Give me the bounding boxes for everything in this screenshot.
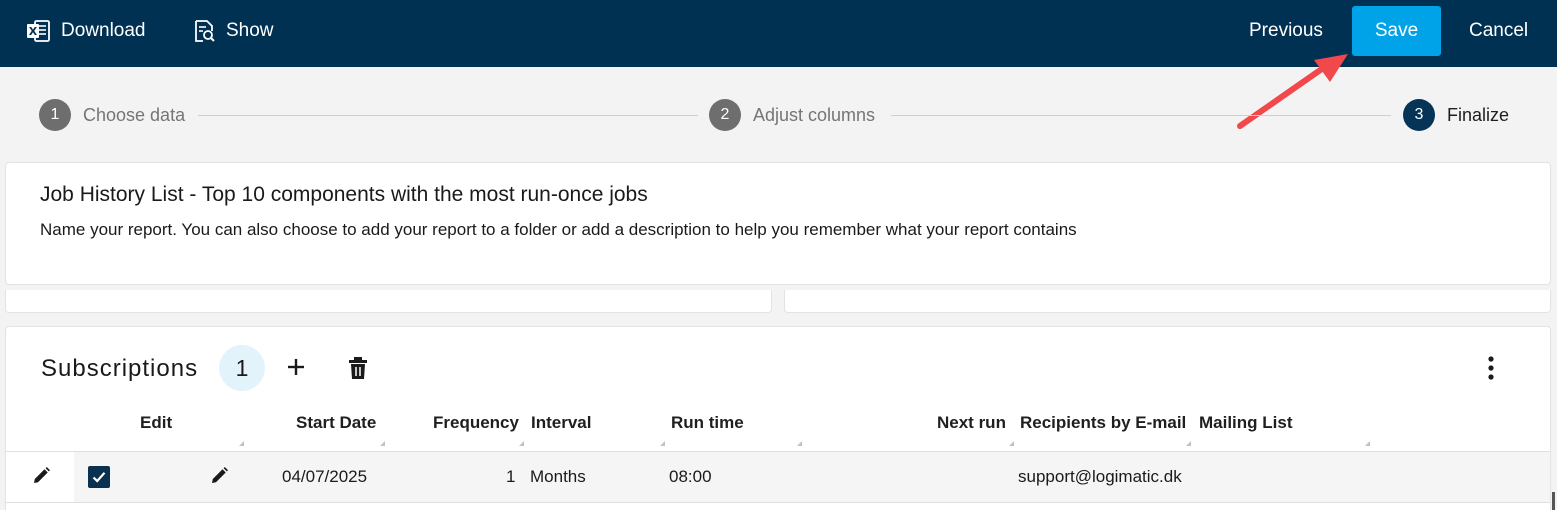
- more-options-button[interactable]: [1480, 355, 1502, 381]
- column-header-mailing-list[interactable]: Mailing List: [1199, 413, 1293, 433]
- wizard-stepper: 1 Choose data 2 Adjust columns 3 Finaliz…: [0, 67, 1557, 162]
- column-header-next-run[interactable]: Next run: [937, 413, 1006, 433]
- delete-subscription-button[interactable]: [346, 355, 370, 381]
- more-vertical-icon: [1488, 356, 1494, 380]
- folder-panel: [5, 290, 772, 313]
- cancel-button[interactable]: Cancel: [1469, 0, 1528, 62]
- column-resize-handle[interactable]: [660, 441, 665, 446]
- step-number: 2: [709, 99, 741, 131]
- table-row[interactable]: 04/07/2025 1 Months 08:00 support@logima…: [6, 451, 1550, 503]
- cell-start-date: 04/07/2025: [282, 467, 368, 486]
- subscriptions-card: Subscriptions 1 Edit Start Date Frequenc…: [5, 326, 1551, 510]
- show-label: Show: [226, 20, 274, 41]
- row-edit-button[interactable]: [31, 466, 51, 486]
- step-label: Adjust columns: [753, 104, 876, 125]
- excel-file-icon: X: [26, 19, 51, 43]
- scrollbar-thumb[interactable]: [1552, 492, 1555, 510]
- column-resize-handle[interactable]: [1009, 441, 1014, 446]
- show-button[interactable]: Show: [192, 0, 274, 62]
- column-resize-handle[interactable]: [519, 441, 524, 446]
- step-label: Choose data: [83, 104, 186, 125]
- step-finalize[interactable]: 3 Finalize: [1403, 99, 1509, 131]
- column-header-frequency[interactable]: Frequency: [433, 413, 519, 433]
- pencil-icon: [34, 467, 50, 483]
- subscriptions-count-badge: 1: [219, 345, 265, 391]
- cell-run-time: 08:00: [669, 467, 712, 486]
- column-header-start-date[interactable]: Start Date: [296, 413, 376, 433]
- column-resize-handle[interactable]: [797, 441, 802, 446]
- step-number: 3: [1403, 99, 1435, 131]
- report-description: Name your report. You can also choose to…: [40, 220, 1077, 239]
- add-subscription-button[interactable]: [284, 355, 308, 379]
- document-search-icon: [192, 19, 216, 43]
- description-panel: [784, 290, 1551, 313]
- edit-subscription-button[interactable]: [209, 466, 229, 486]
- cell-recipients: support@logimatic.dk: [1018, 467, 1182, 486]
- check-icon: [92, 472, 106, 483]
- column-header-interval[interactable]: Interval: [531, 413, 591, 433]
- column-header-edit[interactable]: Edit: [140, 413, 172, 433]
- column-resize-handle[interactable]: [1186, 441, 1191, 446]
- trash-icon: [349, 357, 367, 379]
- step-connector: [891, 115, 1391, 116]
- column-resize-handle[interactable]: [1365, 441, 1370, 446]
- svg-text:X: X: [29, 25, 38, 38]
- step-connector: [198, 115, 698, 116]
- download-label: Download: [61, 20, 146, 41]
- plus-icon: [288, 359, 304, 375]
- report-title: Job History List - Top 10 components wit…: [40, 183, 648, 206]
- column-header-recipients[interactable]: Recipients by E-mail: [1020, 413, 1186, 433]
- save-button[interactable]: Save: [1352, 6, 1441, 56]
- step-choose-data[interactable]: 1 Choose data: [39, 99, 185, 131]
- column-resize-handle[interactable]: [239, 441, 244, 446]
- cell-interval: Months: [530, 467, 586, 486]
- column-header-run-time[interactable]: Run time: [671, 413, 744, 433]
- row-select-checkbox[interactable]: [88, 466, 110, 488]
- download-button[interactable]: X Download: [26, 0, 146, 62]
- step-number: 1: [39, 99, 71, 131]
- step-label: Finalize: [1447, 104, 1510, 125]
- pencil-icon: [212, 467, 228, 483]
- step-adjust-columns[interactable]: 2 Adjust columns: [709, 99, 875, 131]
- subscriptions-title: Subscriptions: [41, 355, 199, 382]
- column-resize-handle[interactable]: [380, 441, 385, 446]
- cell-frequency: 1: [506, 467, 516, 486]
- report-info-card: Job History List - Top 10 components wit…: [5, 162, 1551, 285]
